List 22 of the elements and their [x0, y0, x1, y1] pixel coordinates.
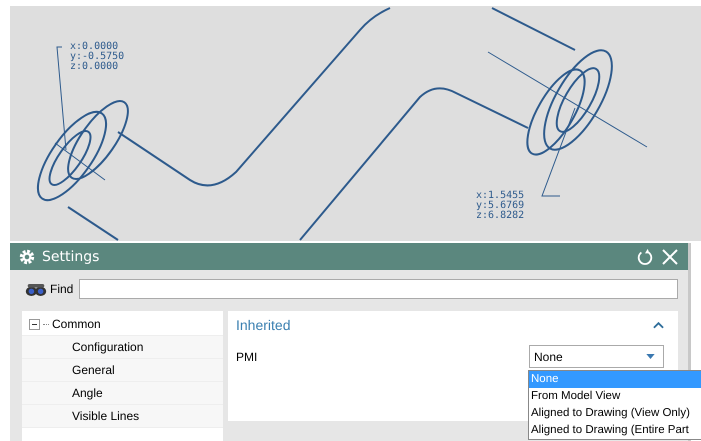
settings-icon — [18, 248, 36, 266]
dropdown-option[interactable]: From Model View — [529, 388, 701, 405]
refresh-icon[interactable] — [636, 248, 654, 266]
property-label: PMI — [236, 350, 258, 364]
pmi-dropdown[interactable]: None — [529, 345, 664, 368]
tree-item[interactable]: Angle — [22, 382, 223, 405]
dropdown-option[interactable]: Aligned to Drawing (View Only) — [529, 405, 701, 422]
coordinate-label: x:0.0000 y:-0.5750 z:0.0000 — [70, 41, 124, 72]
find-field[interactable] — [79, 279, 678, 299]
caret-icon — [646, 354, 655, 359]
dropdown-option[interactable]: Aligned to Drawing (Entire Part — [529, 422, 701, 439]
chevron-icon[interactable] — [653, 321, 664, 329]
collapse-icon[interactable] — [29, 318, 40, 330]
coordinate-label: x:1.5455 y:5.6769 z:6.8282 — [476, 190, 524, 221]
tree-item[interactable]: Visible Lines — [22, 405, 223, 428]
tree-item[interactable]: Configuration — [22, 336, 223, 359]
section-title: Inherited — [236, 317, 290, 333]
tree-item[interactable]: Common — [52, 317, 101, 331]
close-icon[interactable] — [660, 246, 680, 266]
find-label: Find — [50, 282, 74, 296]
tree-item[interactable]: General — [22, 359, 223, 382]
panel-title: Settings — [42, 248, 100, 264]
